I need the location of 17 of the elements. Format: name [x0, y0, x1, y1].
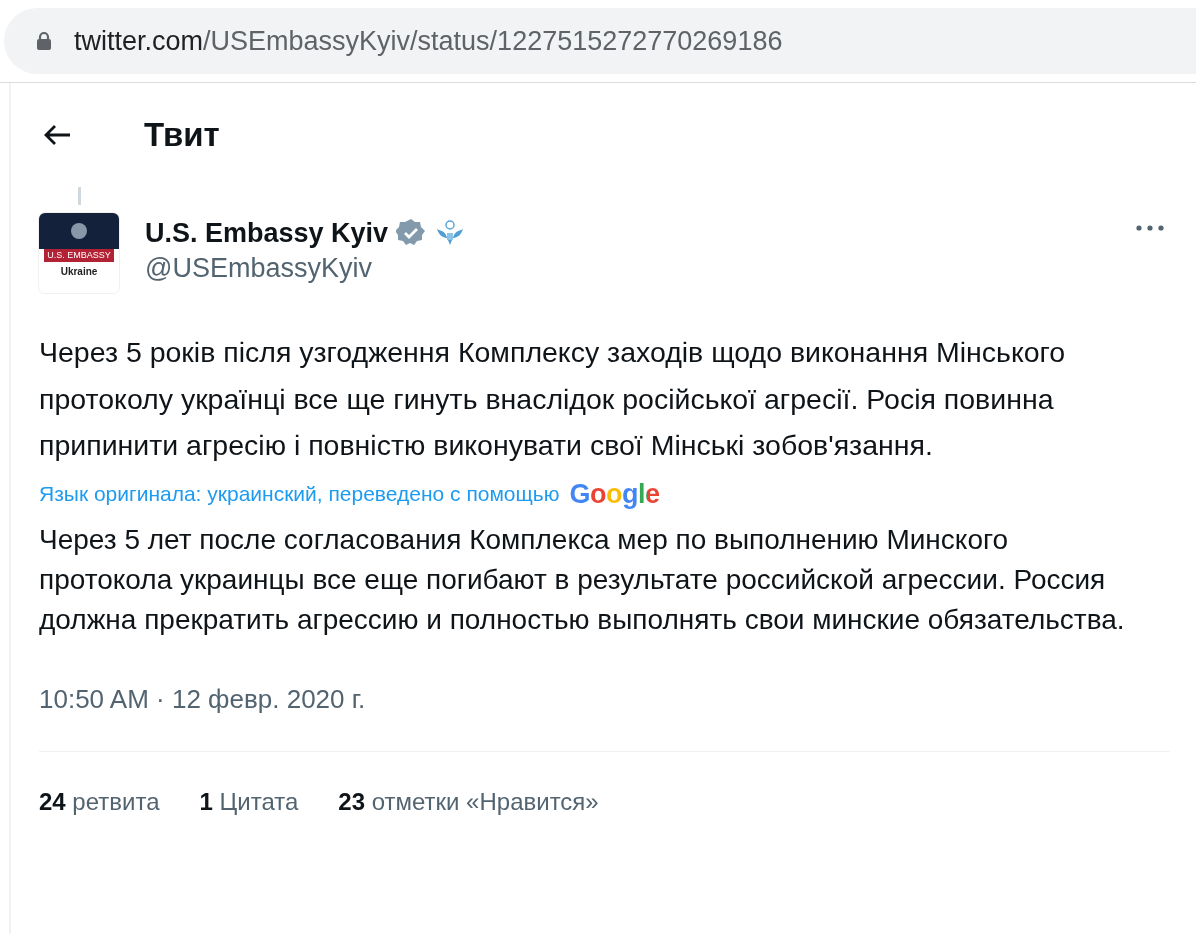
back-arrow-icon[interactable] [42, 123, 72, 147]
thread-line [78, 187, 81, 205]
avatar-band: U.S. EMBASSY [44, 249, 114, 262]
lock-icon [36, 31, 52, 51]
url-domain: twitter.com [74, 25, 204, 57]
translated-text: Через 5 лет после согласования Комплекса мер по выполнению Минского протокола украинцы все еще погибают в результате российской агрессии. Россия должна прекратить агрессию и полностью выполнять свои минские обязательства. [39, 522, 1126, 637]
address-bar[interactable]: twitter.com/USEmbassyKyiv/status/1227515272770269186 [4, 8, 1196, 74]
account-handle: @USEmbassyKyiv [145, 253, 373, 284]
timestamp[interactable]: 10:50 AM · 12 февр. 2020 г. [39, 683, 1170, 715]
account-name: U.S. Embassy Kyiv [145, 217, 389, 249]
more-icon [1136, 225, 1164, 231]
stat-link[interactable]: 23 отметки «Нравится» [338, 787, 599, 816]
tweet-text: Через 5 років після узгодження Комплексу заходів щодо виконання Мінського протоколу українці все ще гинуть внаслідок російської агресії. Росія повинна припинити агресію і повністю виконувати свої Мінські зобов'язання. [39, 335, 1067, 463]
stat-link[interactable]: 1 Цитата [199, 787, 299, 816]
page-title: Твит [144, 116, 220, 154]
url-path: /USEmbassyKyiv/status/1227515272770269186 [203, 25, 783, 57]
stat-link[interactable]: 24 ретвита [39, 787, 160, 816]
